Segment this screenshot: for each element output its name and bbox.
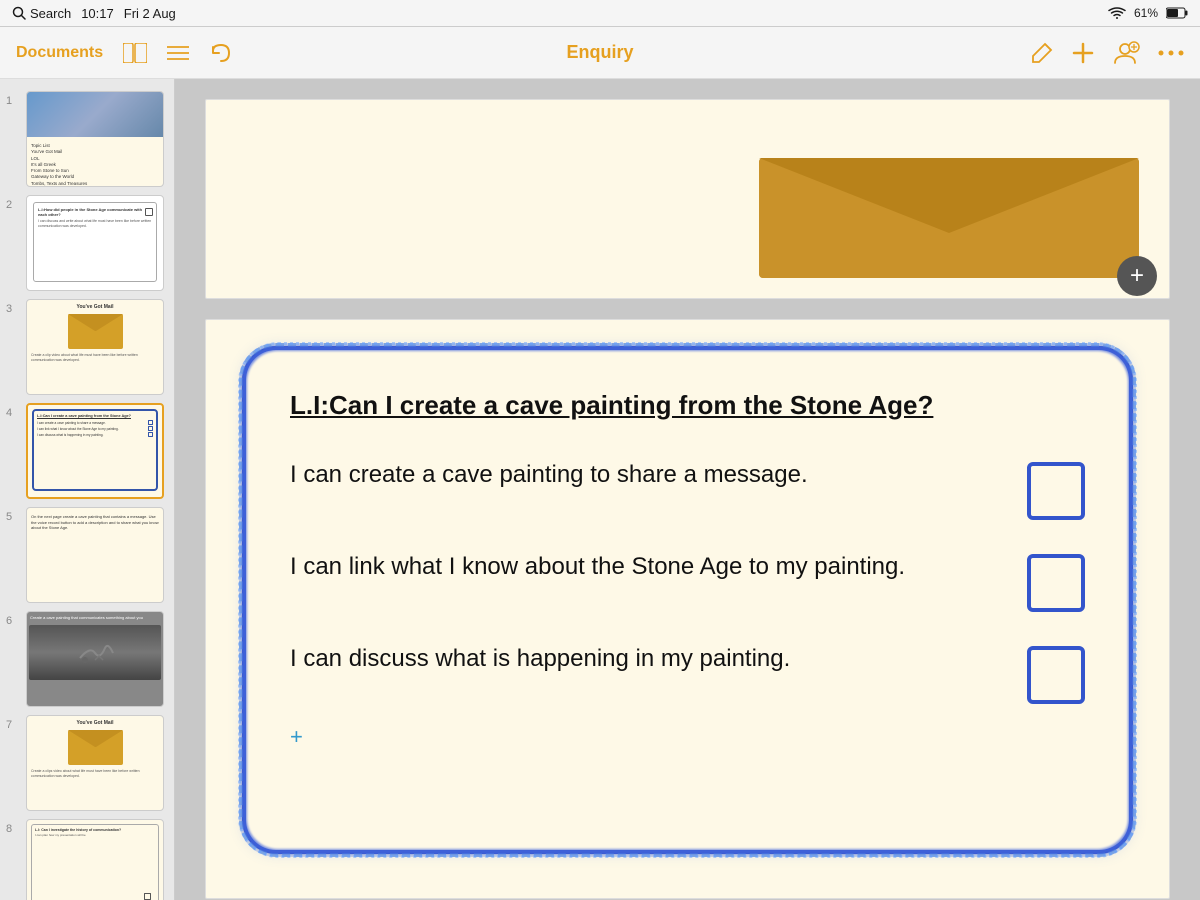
toolbar: Documents Enquiry (0, 27, 1200, 79)
ellipsis-icon (1158, 48, 1184, 58)
li-item-text-3: I can discuss what is happening in my pa… (290, 642, 1007, 676)
status-bar: Search 10:17 Fri 2 Aug 61% (0, 0, 1200, 27)
user-icon (1112, 41, 1140, 65)
li-item-3: I can discuss what is happening in my pa… (290, 642, 1085, 704)
slide-thumb-7: You've Got Mail Create a clips video abo… (26, 715, 164, 811)
li-card: L.I:Can I create a cave painting from th… (246, 350, 1129, 850)
list-view-button[interactable] (167, 44, 189, 62)
li-checkbox-3[interactable] (1027, 646, 1085, 704)
search-icon (12, 6, 26, 20)
search-button[interactable]: Search (12, 6, 71, 21)
canvas-area: + L.I:Can I create a cave painting from … (175, 79, 1200, 900)
search-label: Search (30, 6, 71, 21)
plus-icon (1072, 42, 1094, 64)
collaborate-button[interactable] (1112, 41, 1140, 65)
slide-thumb-5: On the next page create a cave painting … (26, 507, 164, 603)
li-item-text-2: I can link what I know about the Stone A… (290, 550, 1007, 584)
slide-number-1: 1 (6, 95, 20, 107)
slide-thumbnail-5[interactable]: 5 On the next page create a cave paintin… (0, 503, 174, 607)
slide-thumb-2: L.I:How did people in the Stone Age comm… (26, 195, 164, 291)
undo-button[interactable] (209, 43, 233, 63)
wifi-icon (1108, 6, 1126, 20)
battery-icon (1166, 7, 1188, 19)
li-checkbox-2[interactable] (1027, 554, 1085, 612)
status-date: Fri 2 Aug (124, 6, 176, 21)
li-item-text-1: I can create a cave painting to share a … (290, 458, 1007, 492)
slide-thumbnail-3[interactable]: 3 You've Got Mail Create a clip video ab… (0, 295, 174, 399)
battery-level: 61% (1134, 6, 1158, 20)
li-item-2: I can link what I know about the Stone A… (290, 550, 1085, 612)
main-slide: L.I:Can I create a cave painting from th… (205, 319, 1170, 899)
li-card-title: L.I:Can I create a cave painting from th… (290, 389, 1085, 423)
envelope-image: + (759, 158, 1139, 278)
slide-thumbnail-4[interactable]: 4 L.I:Can I create a cave painting from … (0, 399, 174, 503)
slide-above: + (205, 99, 1170, 299)
slide-number-8: 8 (6, 823, 20, 835)
slide-number-2: 2 (6, 199, 20, 211)
more-options-button[interactable] (1158, 48, 1184, 58)
slide-number-4: 4 (6, 407, 20, 419)
slide-panel-sidebar: 1 Topic ListYou've Got MailLOLIt's all G… (0, 79, 175, 900)
status-time: 10:17 (81, 6, 114, 21)
slide-thumbnail-2[interactable]: 2 L.I:How did people in the Stone Age co… (0, 191, 174, 295)
slide-thumbnail-6[interactable]: 6 Create a cave painting that communicat… (0, 607, 174, 711)
slide-number-5: 5 (6, 511, 20, 523)
list-icon (167, 44, 189, 62)
slide-thumbnail-1[interactable]: 1 Topic ListYou've Got MailLOLIt's all G… (0, 87, 174, 191)
view-toggle-button[interactable] (123, 43, 147, 63)
main-layout: 1 Topic ListYou've Got MailLOLIt's all G… (0, 79, 1200, 900)
slide-thumb-1: Topic ListYou've Got MailLOLIt's all Gre… (26, 91, 164, 187)
pen-icon (1030, 41, 1054, 65)
cave-art-icon (75, 638, 115, 668)
li-item-1: I can create a cave painting to share a … (290, 458, 1085, 520)
add-button[interactable] (1072, 42, 1094, 64)
undo-icon (209, 43, 233, 63)
annotate-button[interactable] (1030, 41, 1054, 65)
slide-number-7: 7 (6, 719, 20, 731)
slide-thumbnail-7[interactable]: 7 You've Got Mail Create a clips video a… (0, 711, 174, 815)
slide-number-3: 3 (6, 303, 20, 315)
add-content-button[interactable]: + (290, 724, 303, 750)
slide-number-6: 6 (6, 615, 20, 627)
slide-thumb-8: L.I: Can I investigate the history of co… (26, 819, 164, 900)
sidebar-toggle-icon (123, 43, 147, 63)
add-content-circle-button[interactable]: + (1117, 256, 1157, 296)
slide-thumb-6: Create a cave painting that communicates… (26, 611, 164, 707)
envelope-icon (759, 158, 1139, 278)
slide-thumbnail-8[interactable]: 8 L.I: Can I investigate the history of … (0, 815, 174, 900)
documents-button[interactable]: Documents (16, 44, 103, 62)
li-items-list: I can create a cave painting to share a … (290, 458, 1085, 704)
li-checkbox-1[interactable] (1027, 462, 1085, 520)
slide-thumb-4: L.I:Can I create a cave painting from th… (26, 403, 164, 499)
presentation-title: Enquiry (566, 42, 633, 63)
slide-thumb-3: You've Got Mail Create a clip video abou… (26, 299, 164, 395)
